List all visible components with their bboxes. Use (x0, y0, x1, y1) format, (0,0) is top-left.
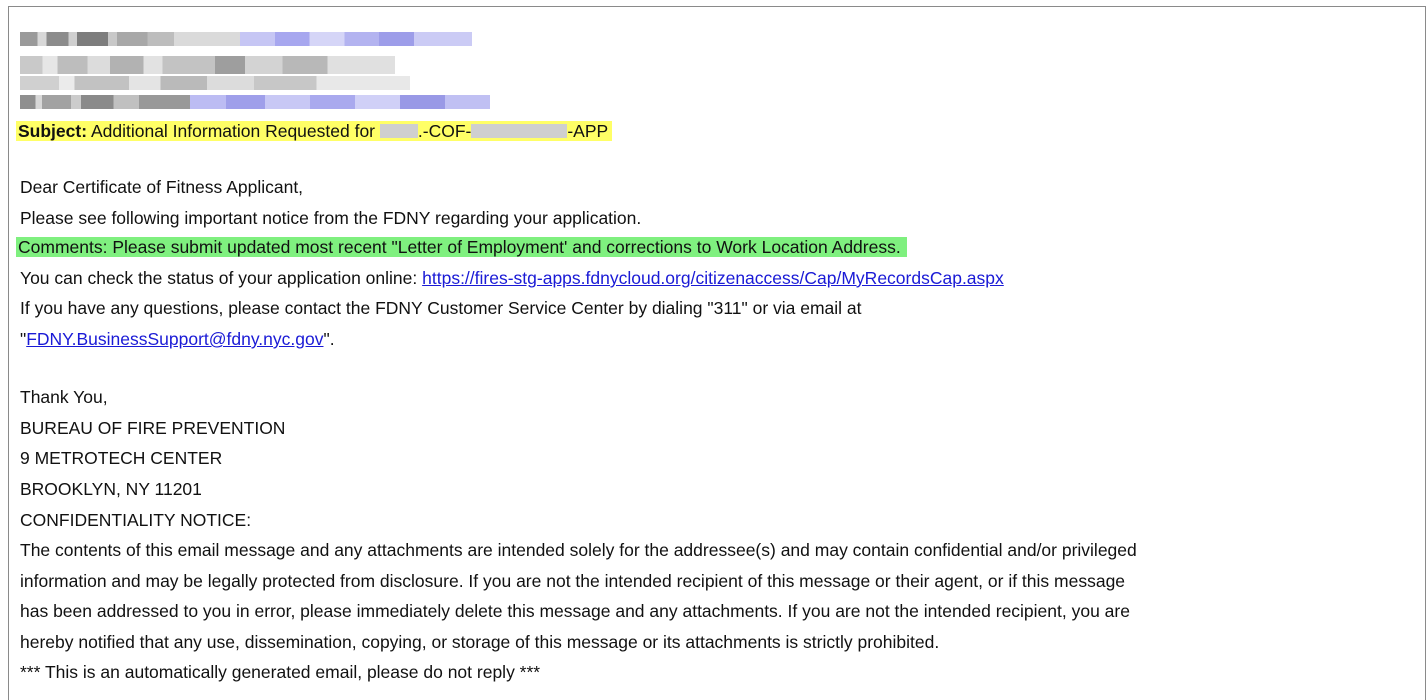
auto-generated-notice: *** This is an automatically generated e… (20, 662, 541, 682)
redacted-id-part-1 (379, 124, 418, 138)
confidentiality-text-1: The contents of this email message and a… (20, 540, 1137, 560)
confidentiality-text-3: has been addressed to you in error, plea… (20, 601, 1130, 621)
redacted-header-cc (20, 91, 490, 113)
quote-close: ". (323, 329, 335, 349)
confidentiality-text-4: hereby notified that any use, disseminat… (20, 632, 940, 652)
subject-label: Subject: (18, 121, 88, 141)
city-address: BROOKLYN, NY 11201 (20, 479, 202, 499)
thanks: Thank You, (20, 387, 108, 407)
questions-line: If you have any questions, please contac… (20, 298, 862, 318)
subject-mid: .-COF- (417, 121, 472, 141)
support-email-line: "FDNY.BusinessSupport@fdny.nyc.gov". (20, 326, 335, 352)
redacted-id-part-2 (471, 124, 568, 138)
support-email-link[interactable]: FDNY.BusinessSupport@fdny.nyc.gov (26, 329, 323, 349)
subject-prefix: Additional Information Requested for (90, 121, 376, 141)
street-address: 9 METROTECH CENTER (20, 448, 223, 468)
notice-line: Please see following important notice fr… (20, 208, 642, 228)
confidentiality-text-2: information and may be legally protected… (20, 571, 1126, 591)
confidentiality-heading: CONFIDENTIALITY NOTICE: (20, 510, 252, 530)
subject-highlight: Subject: Additional Information Requeste… (16, 121, 613, 141)
comments-line: Comments: Please submit updated most rec… (16, 234, 907, 260)
subject-suffix: -APP (567, 121, 609, 141)
redacted-header-from (20, 28, 472, 50)
status-link[interactable]: https://fires-stg-apps.fdnycloud.org/cit… (422, 268, 1004, 288)
subject-line: Subject: Additional Information Requeste… (16, 118, 613, 144)
bureau-name: BUREAU OF FIRE PREVENTION (20, 418, 286, 438)
status-prefix: You can check the status of your applica… (20, 268, 423, 288)
status-line: You can check the status of your applica… (20, 265, 1004, 291)
comments-highlight: Comments: Please submit updated most rec… (16, 237, 907, 257)
greeting: Dear Certificate of Fitness Applicant, (20, 177, 304, 197)
